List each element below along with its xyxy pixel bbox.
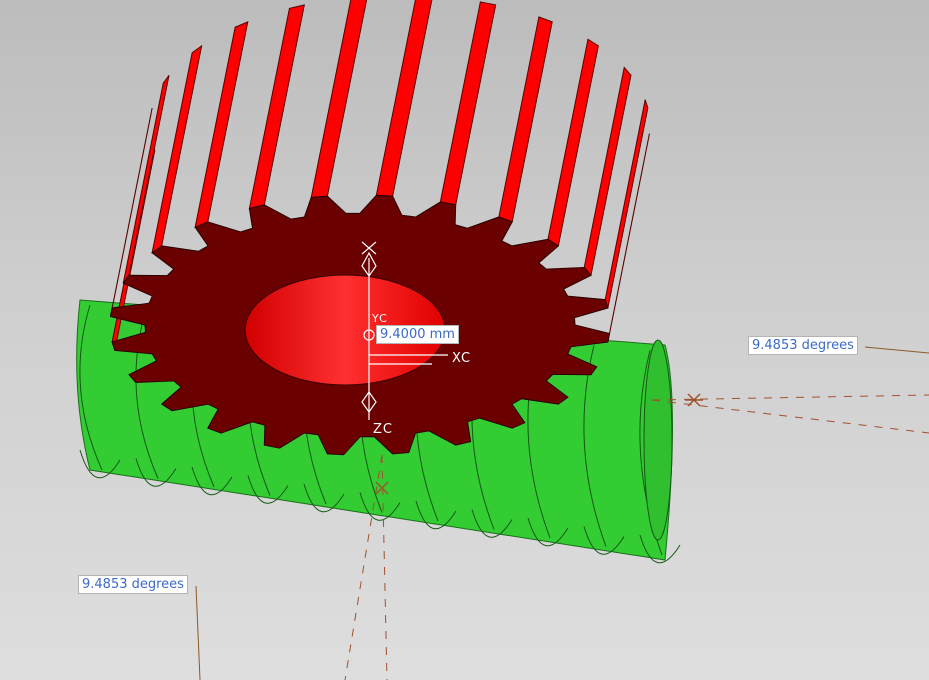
gear-tooth <box>194 21 249 229</box>
gear-tooth <box>439 1 497 206</box>
graphics-viewport[interactable]: 9.4000 mm 9.4853 degrees 9.4853 degrees … <box>0 0 929 680</box>
gear-tooth <box>375 0 433 197</box>
gear-tooth <box>498 16 553 223</box>
gear-tooth <box>607 133 650 343</box>
helix-angle-dimension-right[interactable]: 9.4853 degrees <box>748 336 858 355</box>
z-axis-label: ZC <box>373 422 393 437</box>
gear-tooth <box>547 38 599 247</box>
gear-tooth <box>248 4 305 210</box>
helix-angle-dimension-left[interactable]: 9.4853 degrees <box>78 575 188 594</box>
gear-tooth <box>583 66 632 277</box>
gear-tooth <box>310 0 368 199</box>
gear-tooth <box>151 44 203 254</box>
y-axis-label: YC <box>372 312 388 325</box>
x-axis-label: XC <box>452 351 472 366</box>
center-distance-dimension[interactable]: 9.4000 mm <box>376 325 459 344</box>
